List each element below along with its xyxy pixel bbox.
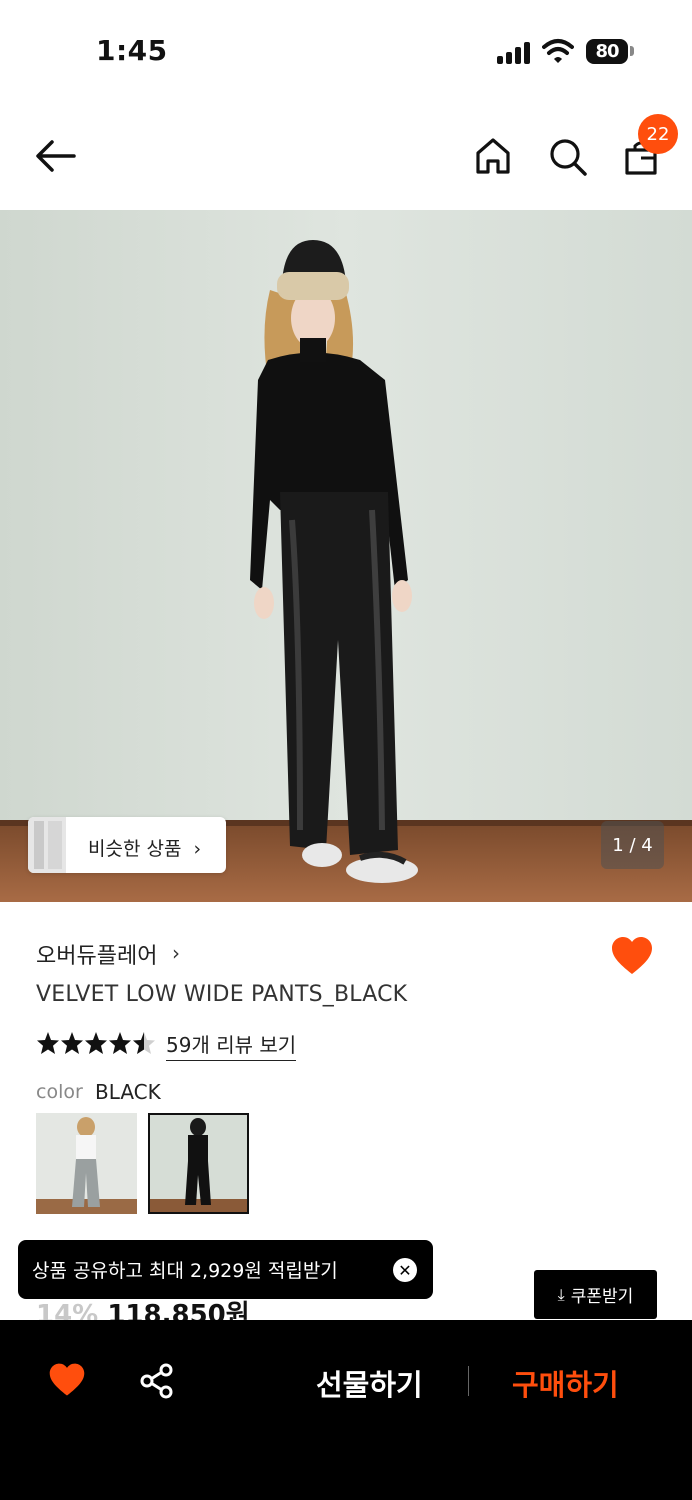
product-photo <box>0 210 692 902</box>
top-nav-bar <box>0 100 692 210</box>
color-label: color <box>36 1081 83 1103</box>
bottom-action-bar <box>0 1320 692 1500</box>
download-icon: ⤓ <box>557 1284 565 1304</box>
heart-icon[interactable] <box>48 1362 86 1398</box>
gift-button[interactable]: 선물하기 <box>316 1362 423 1404</box>
battery-cap <box>630 46 634 56</box>
color-swatch-grey[interactable] <box>36 1113 137 1214</box>
chevron-right-icon[interactable]: › <box>172 941 180 965</box>
home-icon[interactable] <box>474 136 512 176</box>
cellular-signal-icon <box>497 42 533 64</box>
cart-count-badge: 22 <box>638 114 678 154</box>
rating-stars <box>37 1032 155 1054</box>
toast-text: 상품 공유하고 최대 2,929원 적립받기 <box>32 1260 338 1282</box>
divider <box>468 1366 469 1396</box>
battery-icon: 80 <box>586 39 628 64</box>
share-icon[interactable] <box>138 1362 176 1400</box>
similar-products-thumbnail <box>28 817 66 873</box>
arrow-left-icon[interactable] <box>34 138 78 174</box>
coupon-download-button[interactable]: ⤓ 쿠폰받기 <box>534 1270 657 1319</box>
buy-button[interactable]: 구매하기 <box>512 1362 619 1404</box>
share-reward-toast[interactable]: 상품 공유하고 최대 2,929원 적립받기 <box>18 1240 433 1299</box>
heart-icon[interactable] <box>610 936 654 976</box>
image-page-indicator: 1 / 4 <box>601 821 664 869</box>
review-link[interactable]: 59개 리뷰 보기 <box>166 1029 297 1061</box>
close-icon[interactable]: ✕ <box>393 1258 417 1282</box>
similar-products-label: 비슷한 상품 › <box>88 838 202 860</box>
color-swatch-black[interactable] <box>148 1113 249 1214</box>
chevron-right-icon: › <box>193 838 202 860</box>
product-image-carousel[interactable] <box>0 210 692 902</box>
color-value: BLACK <box>95 1080 161 1104</box>
status-bar: 1:45 80 <box>0 0 692 100</box>
product-name: VELVET LOW WIDE PANTS_BLACK <box>36 982 408 1007</box>
search-icon[interactable] <box>548 137 588 177</box>
status-time: 1:45 <box>96 34 168 67</box>
coupon-label: 쿠폰받기 <box>570 1287 634 1307</box>
similar-products-button[interactable]: 비슷한 상품 › <box>28 817 226 873</box>
brand-link[interactable]: 오버듀플레어 <box>36 938 157 970</box>
wifi-icon <box>542 39 574 63</box>
